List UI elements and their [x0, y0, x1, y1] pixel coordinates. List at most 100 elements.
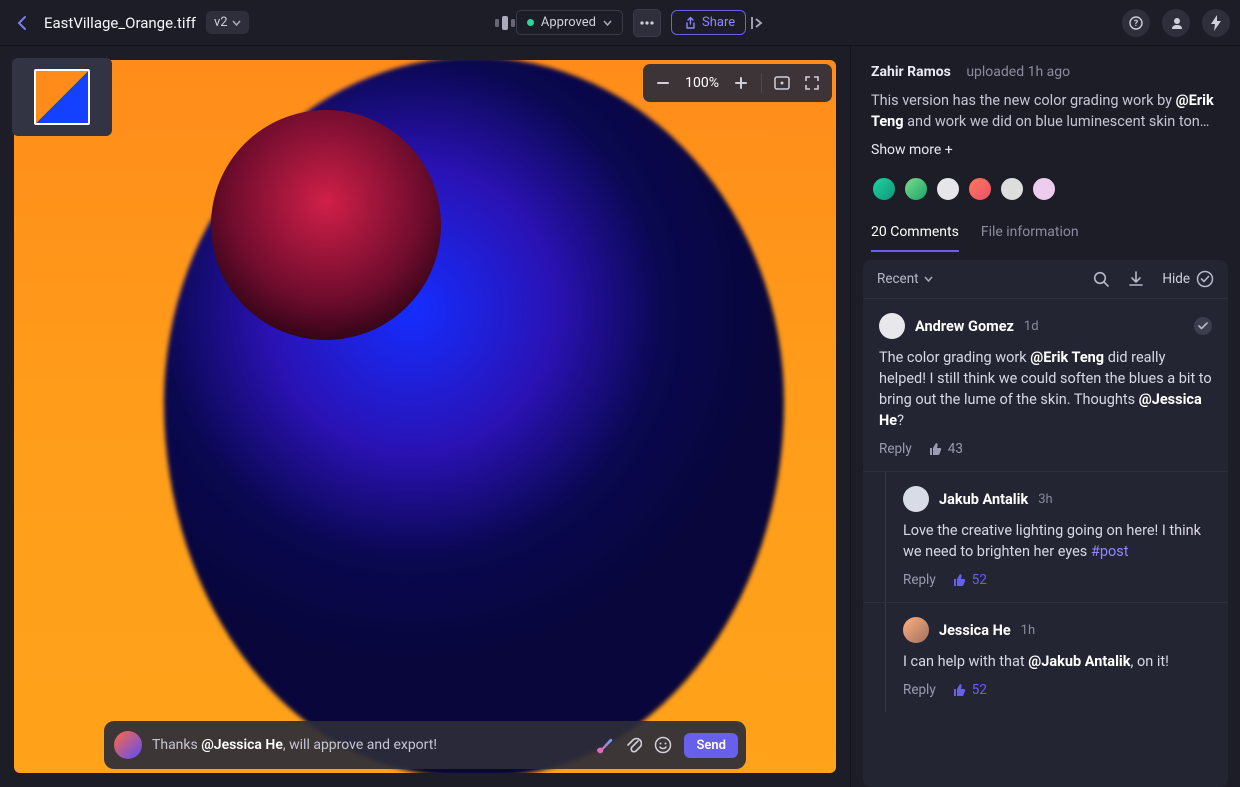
compare-icon[interactable]	[494, 14, 516, 32]
side-panel: Zahir Ramos uploaded 1h ago This version…	[850, 46, 1240, 787]
share-icon	[682, 16, 696, 30]
share-label: Share	[702, 15, 735, 30]
comments-filter-bar: Recent Hide	[863, 260, 1228, 298]
search-comments-button[interactable]	[1093, 271, 1110, 288]
viewers-row	[871, 176, 1224, 202]
avatar	[903, 617, 929, 643]
comment-time: 1d	[1024, 319, 1039, 334]
svg-text:?: ?	[1134, 19, 1139, 29]
comment-author: Andrew Gomez	[915, 318, 1014, 335]
comment-body: I can help with that @Jakub Antalik, on …	[903, 651, 1212, 672]
comment-author: Jessica He	[939, 622, 1011, 639]
fullscreen-button[interactable]	[798, 69, 826, 97]
avatar[interactable]	[999, 176, 1025, 202]
comment-item: Jakub Antalik 3h Love the creative light…	[863, 471, 1228, 602]
chevron-down-icon	[232, 20, 241, 26]
fit-icon	[774, 76, 790, 90]
plus-icon	[735, 77, 747, 89]
like-button[interactable]: 43	[928, 441, 963, 457]
status-label: Approved	[541, 15, 596, 30]
panel-toggle-button[interactable]	[746, 11, 770, 35]
avatar[interactable]	[903, 176, 929, 202]
thumbs-up-icon	[952, 683, 966, 697]
tab-file-information[interactable]: File information	[981, 224, 1079, 252]
tab-comments[interactable]: 20 Comments	[871, 224, 959, 252]
comment-author: Jakub Antalik	[939, 491, 1028, 508]
comment-time: 3h	[1038, 492, 1052, 507]
comment-body: Love the creative lighting going on here…	[903, 520, 1212, 562]
comment-item: Jessica He 1h I can help with that @Jaku…	[863, 602, 1228, 712]
download-icon	[1128, 271, 1144, 288]
status-dot-icon	[527, 19, 534, 26]
zoom-value: 100%	[679, 75, 725, 91]
like-button[interactable]: 52	[952, 682, 987, 698]
uploader-line: Zahir Ramos uploaded 1h ago	[871, 64, 1224, 80]
more-button[interactable]	[633, 9, 661, 37]
people-button[interactable]	[1162, 9, 1190, 37]
reply-button[interactable]: Reply	[879, 441, 912, 457]
share-button[interactable]: Share	[671, 10, 746, 35]
bolt-icon	[1210, 15, 1222, 31]
comment-item: Andrew Gomez 1d The color grading work @…	[863, 298, 1228, 471]
zoom-in-button[interactable]	[727, 69, 755, 97]
version-selector[interactable]: v2	[206, 11, 249, 34]
minus-icon	[657, 82, 669, 84]
comments-list: Recent Hide	[863, 260, 1228, 787]
fit-screen-button[interactable]	[768, 69, 796, 97]
help-icon: ?	[1129, 16, 1143, 30]
zoom-out-button[interactable]	[649, 69, 677, 97]
search-icon	[1093, 271, 1110, 288]
image-preview[interactable]	[14, 60, 836, 773]
chevron-down-icon	[603, 20, 612, 26]
comment-body: The color grading work @Erik Teng did re…	[879, 347, 1212, 431]
zoom-toolbar: 100%	[643, 64, 832, 102]
like-button[interactable]: 52	[952, 572, 987, 588]
avatar[interactable]	[935, 176, 961, 202]
comment-composer: Thanks @Jessica He, will approve and exp…	[104, 721, 746, 769]
reply-button[interactable]: Reply	[903, 682, 936, 698]
send-button[interactable]: Send	[684, 733, 738, 758]
help-button[interactable]: ?	[1122, 9, 1150, 37]
chevron-left-icon	[17, 15, 27, 31]
avatar	[114, 731, 142, 759]
brush-tool-button[interactable]	[594, 736, 614, 754]
check-icon	[1198, 322, 1208, 330]
thumbnail-crop-box[interactable]	[34, 69, 90, 125]
back-button[interactable]	[10, 11, 34, 35]
version-label: v2	[214, 15, 228, 30]
hide-resolved-toggle[interactable]: Hide	[1162, 270, 1214, 288]
sort-dropdown[interactable]: Recent	[877, 271, 933, 287]
thumbnail-navigator[interactable]	[12, 58, 112, 136]
resolve-button[interactable]	[1194, 317, 1212, 335]
file-name: EastVillage_Orange.tiff	[44, 14, 196, 32]
uploader-name: Zahir Ramos	[871, 64, 951, 80]
status-dropdown[interactable]: Approved	[516, 10, 623, 35]
check-circle-icon	[1196, 270, 1214, 288]
attach-button[interactable]	[626, 736, 642, 754]
description-text: This version has the new color grading w…	[871, 90, 1224, 132]
fullscreen-icon	[805, 76, 819, 90]
emoji-icon	[654, 736, 672, 754]
download-comments-button[interactable]	[1128, 271, 1144, 288]
activity-button[interactable]	[1202, 9, 1230, 37]
thumbs-up-icon	[928, 442, 942, 456]
avatar	[879, 313, 905, 339]
thumbs-up-icon	[952, 573, 966, 587]
chevron-down-icon	[924, 276, 933, 282]
paperclip-icon	[626, 736, 642, 754]
avatar	[903, 486, 929, 512]
brush-icon	[594, 736, 614, 754]
show-more-button[interactable]: Show more +	[871, 142, 1224, 158]
avatar[interactable]	[1031, 176, 1057, 202]
canvas-area: 100% Thanks @Jessica He, will approve an…	[0, 46, 850, 787]
emoji-button[interactable]	[654, 736, 672, 754]
avatar[interactable]	[871, 176, 897, 202]
composer-input[interactable]: Thanks @Jessica He, will approve and exp…	[152, 737, 584, 753]
avatar[interactable]	[967, 176, 993, 202]
ellipsis-icon	[640, 21, 654, 25]
top-bar: EastVillage_Orange.tiff v2 Approved S	[0, 0, 1240, 46]
sidepanel-tabs: 20 Comments File information	[871, 224, 1224, 252]
reply-button[interactable]: Reply	[903, 572, 936, 588]
person-add-icon	[1168, 16, 1184, 30]
comment-time: 1h	[1021, 623, 1035, 638]
